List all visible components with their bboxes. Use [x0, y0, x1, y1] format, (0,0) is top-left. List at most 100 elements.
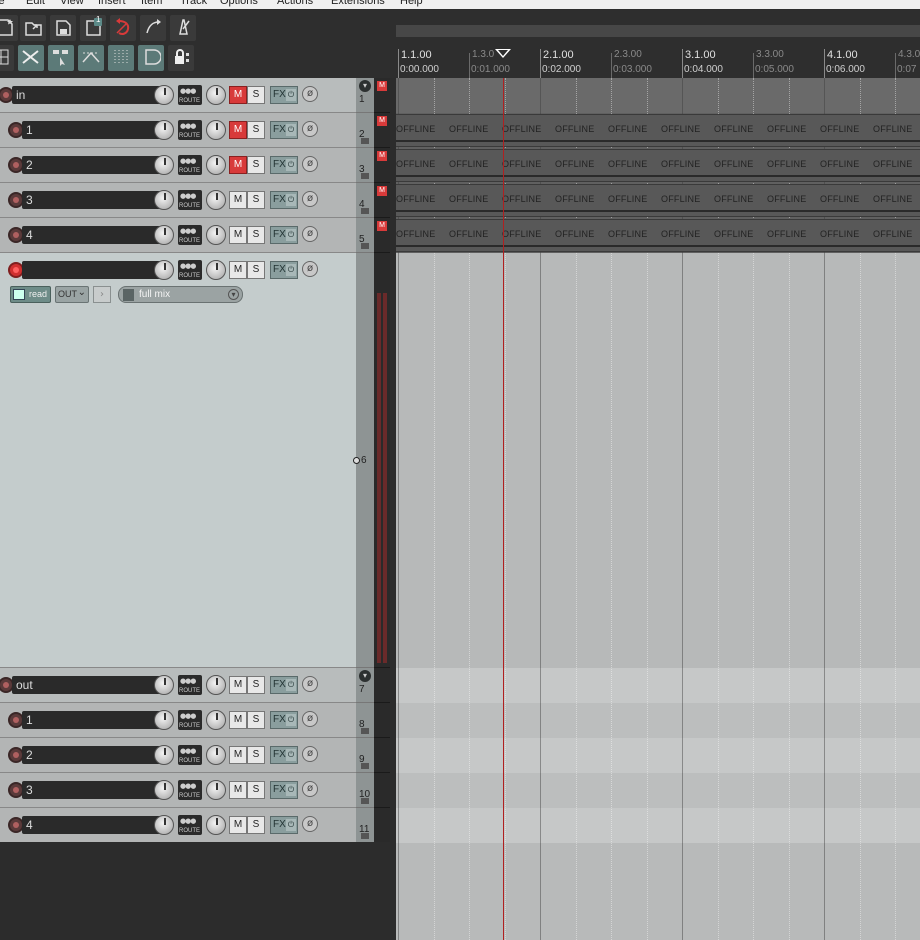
volume-knob[interactable] — [154, 155, 174, 175]
media-item-offline[interactable]: OFFLINE OFFLINE OFFLINE OFFLINE OFFLINE OFFLI… — [396, 184, 920, 217]
envelope-arm-button[interactable]: › — [93, 286, 111, 303]
redo-button[interactable] — [140, 15, 166, 41]
ripple-edit-button[interactable] — [18, 45, 44, 71]
menu-item-1[interactable]: Edit — [26, 0, 45, 7]
volume-knob[interactable] — [154, 745, 174, 765]
track-6[interactable]: ●●● ROUTE M S FX ⏻ ø read OUT ⌄ › full mix ▾ — [0, 253, 356, 668]
folder-state-icon[interactable] — [361, 173, 369, 179]
track-name-field[interactable]: out — [12, 676, 164, 694]
mute-button[interactable]: M — [229, 86, 247, 104]
fx-button[interactable]: FX ⏻ — [270, 816, 298, 834]
track-lane[interactable] — [396, 773, 920, 808]
fx-bypass-icon[interactable]: ⏻ — [286, 749, 296, 761]
solo-button[interactable]: S — [247, 781, 265, 799]
fx-bypass-icon[interactable]: ⏻ — [286, 124, 296, 136]
menu-item-4[interactable]: Item — [141, 0, 162, 7]
volume-knob[interactable] — [154, 120, 174, 140]
undo-button[interactable] — [110, 15, 136, 41]
solo-button[interactable]: S — [247, 676, 265, 694]
menu-item-8[interactable]: Extensions — [331, 0, 385, 7]
new-project-button[interactable] — [0, 15, 18, 41]
track-number-column[interactable]: 10 — [356, 773, 374, 808]
track-8[interactable]: 1 ●●● ROUTE M S FX ⏻ ø — [0, 703, 356, 738]
fx-button[interactable]: FX ⏻ — [270, 226, 298, 244]
menu-item-5[interactable]: Track — [180, 0, 207, 7]
pan-knob[interactable] — [206, 780, 226, 800]
route-button[interactable]: ●●● ROUTE — [178, 710, 202, 730]
fx-chain-dropdown[interactable]: full mix ▾ — [118, 286, 243, 303]
menu-item-6[interactable]: Options — [220, 0, 258, 7]
solo-button[interactable]: S — [247, 86, 265, 104]
grid-button[interactable] — [0, 45, 14, 71]
track-name-field[interactable]: 3 — [22, 781, 164, 799]
fx-button[interactable]: FX ⏻ — [270, 676, 298, 694]
track-lane[interactable] — [396, 253, 920, 668]
track-name-field[interactable]: 1 — [22, 121, 164, 139]
track-1[interactable]: in ●●● ROUTE M S FX ⏻ ø — [0, 78, 356, 113]
phase-invert-button[interactable]: ø — [302, 191, 318, 207]
media-item-offline[interactable]: OFFLINE OFFLINE OFFLINE OFFLINE OFFLINE OFFLI… — [396, 149, 920, 182]
phase-invert-button[interactable]: ø — [302, 711, 318, 727]
track-lane[interactable] — [396, 738, 920, 773]
phase-invert-button[interactable]: ø — [302, 86, 318, 102]
tcp-empty-area[interactable] — [0, 842, 390, 940]
fx-button[interactable]: FX ⏻ — [270, 781, 298, 799]
mute-button[interactable]: M — [229, 121, 247, 139]
menu-item-9[interactable]: Help — [400, 0, 423, 7]
fx-bypass-icon[interactable]: ⏻ — [286, 159, 296, 171]
track-name-field[interactable]: 4 — [22, 226, 164, 244]
track-number-column[interactable]: ▾ 7 — [356, 668, 374, 703]
playhead-marker[interactable] — [495, 49, 511, 58]
volume-knob[interactable] — [154, 260, 174, 280]
track-name-field[interactable]: 2 — [22, 156, 164, 174]
fx-bypass-icon[interactable]: ⏻ — [286, 264, 296, 276]
fx-bypass-icon[interactable]: ⏻ — [286, 819, 296, 831]
track-number-column[interactable]: 4 — [356, 183, 374, 218]
fx-bypass-icon[interactable]: ⏻ — [286, 679, 296, 691]
volume-knob[interactable] — [154, 675, 174, 695]
folder-state-icon[interactable] — [361, 138, 369, 144]
fx-button[interactable]: FX ⏻ — [270, 746, 298, 764]
track-number-column[interactable]: 11 — [356, 808, 374, 843]
track-name-field[interactable]: 2 — [22, 746, 164, 764]
fx-bypass-icon[interactable]: ⏻ — [286, 89, 296, 101]
region-strip[interactable] — [396, 25, 920, 37]
track-number-column[interactable]: 3 — [356, 148, 374, 183]
menu-item-7[interactable]: Actions — [277, 0, 313, 7]
mute-button[interactable]: M — [229, 711, 247, 729]
media-item-offline[interactable]: OFFLINE OFFLINE OFFLINE OFFLINE OFFLINE OFFLI… — [396, 219, 920, 252]
pan-knob[interactable] — [206, 120, 226, 140]
timeline-ruler[interactable]: 1.1.00 0:00.000 1.3.0 0:01.000 2.1.00 0:02.00… — [396, 9, 920, 78]
folder-state-icon[interactable] — [361, 243, 369, 249]
volume-knob[interactable] — [154, 85, 174, 105]
volume-knob[interactable] — [154, 815, 174, 835]
solo-button[interactable]: S — [247, 816, 265, 834]
solo-button[interactable]: S — [247, 121, 265, 139]
auto-crossfade-button[interactable] — [78, 45, 104, 71]
solo-button[interactable]: S — [247, 226, 265, 244]
pan-knob[interactable] — [206, 85, 226, 105]
snap-button[interactable] — [108, 45, 134, 71]
phase-invert-button[interactable]: ø — [302, 816, 318, 832]
route-button[interactable]: ●●● ROUTE — [178, 260, 202, 280]
solo-button[interactable]: S — [247, 156, 265, 174]
route-button[interactable]: ●●● ROUTE — [178, 780, 202, 800]
fx-button[interactable]: FX ⏻ — [270, 261, 298, 279]
fx-button[interactable]: FX ⏻ — [270, 191, 298, 209]
pan-knob[interactable] — [206, 155, 226, 175]
track-lane[interactable] — [396, 78, 920, 113]
mute-button[interactable]: M — [229, 676, 247, 694]
volume-knob[interactable] — [154, 710, 174, 730]
save-project-button[interactable] — [50, 15, 76, 41]
route-button[interactable]: ●●● ROUTE — [178, 190, 202, 210]
metronome-button[interactable] — [170, 15, 196, 41]
route-button[interactable]: ●●● ROUTE — [178, 155, 202, 175]
track-number-column[interactable]: 8 — [356, 703, 374, 738]
mute-button[interactable]: M — [229, 746, 247, 764]
track-number-column[interactable]: 6 — [353, 253, 374, 668]
volume-knob[interactable] — [154, 225, 174, 245]
folder-state-icon[interactable] — [361, 208, 369, 214]
fx-button[interactable]: FX ⏻ — [270, 86, 298, 104]
track-lane[interactable] — [396, 668, 920, 703]
solo-button[interactable]: S — [247, 191, 265, 209]
